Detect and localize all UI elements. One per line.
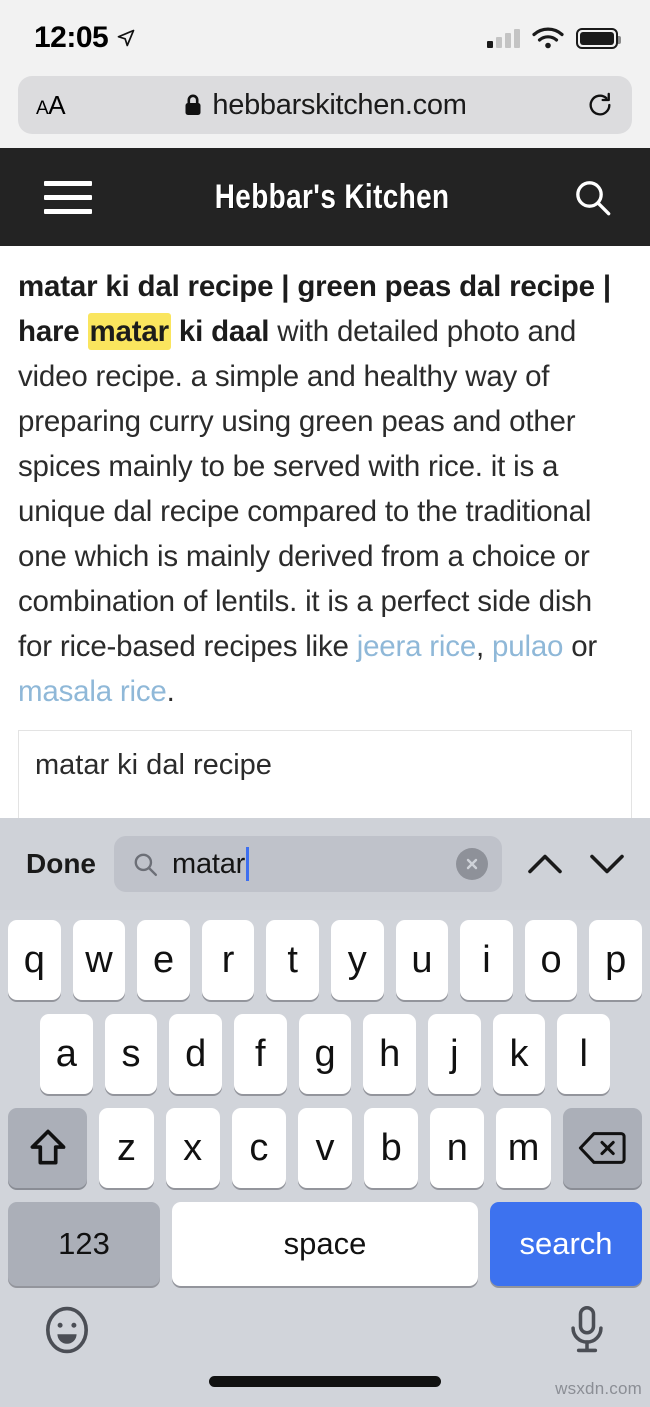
- text-caret: [246, 847, 250, 881]
- find-in-page-bar: Done matar: [0, 818, 650, 910]
- keyboard-row-4: 123 space search: [0, 1202, 650, 1286]
- key-u[interactable]: u: [395, 920, 449, 1000]
- key-m[interactable]: m: [496, 1108, 551, 1188]
- article-body-text: with detailed photo and video recipe. a …: [18, 315, 592, 663]
- key-q[interactable]: q: [8, 920, 61, 1000]
- key-l[interactable]: l: [557, 1014, 611, 1094]
- cellular-signal-icon: [487, 28, 520, 48]
- battery-full-icon: [576, 27, 621, 49]
- status-bar-clock: 12:05: [34, 21, 109, 54]
- key-z[interactable]: z: [99, 1108, 154, 1188]
- article-paragraph: matar ki dal recipe | green peas dal rec…: [18, 264, 632, 714]
- key-p[interactable]: p: [589, 920, 642, 1000]
- space-key[interactable]: space: [172, 1202, 478, 1286]
- key-w[interactable]: w: [72, 920, 126, 1000]
- find-navigation: [520, 852, 626, 876]
- address-bar[interactable]: AA hebbarskitchen.com: [18, 76, 632, 134]
- search-icon: [134, 853, 158, 877]
- reload-icon[interactable]: [586, 91, 614, 119]
- search-return-key[interactable]: search: [490, 1202, 642, 1286]
- location-arrow-icon: [117, 29, 135, 47]
- site-logo[interactable]: Hebbar's Kitchen: [215, 178, 450, 217]
- shift-arrow-icon: [30, 1129, 66, 1165]
- find-highlight-match: matar: [87, 313, 171, 350]
- article-lead-bold-2: ki daal: [170, 315, 270, 348]
- article-separator-2: or: [563, 630, 598, 663]
- search-icon[interactable]: [572, 177, 612, 217]
- find-input[interactable]: matar: [114, 836, 502, 892]
- key-f[interactable]: f: [234, 1014, 287, 1094]
- home-indicator: [209, 1376, 441, 1387]
- browser-toolbar: AA hebbarskitchen.com: [0, 76, 650, 148]
- key-i[interactable]: i: [460, 920, 513, 1000]
- key-s[interactable]: s: [104, 1014, 158, 1094]
- key-d[interactable]: d: [169, 1014, 222, 1094]
- backspace-icon: [579, 1132, 626, 1164]
- numbers-key[interactable]: 123: [8, 1202, 160, 1286]
- emoji-smiley-icon[interactable]: [44, 1304, 90, 1356]
- article-end-punctuation: .: [166, 675, 175, 708]
- keyboard-bottom-bar: [0, 1282, 650, 1407]
- wifi-icon: [532, 27, 564, 49]
- article-content: matar ki dal recipe | green peas dal rec…: [0, 246, 650, 840]
- key-y[interactable]: y: [331, 920, 384, 1000]
- url-text: hebbarskitchen.com: [212, 88, 467, 121]
- find-query-value: matar: [172, 847, 246, 880]
- key-b[interactable]: b: [364, 1108, 419, 1188]
- key-c[interactable]: c: [231, 1108, 286, 1188]
- link-masala-rice[interactable]: masala rice: [18, 675, 167, 708]
- keyboard-row-1: q w e r t y u i o p: [0, 920, 650, 1000]
- key-a[interactable]: a: [39, 1014, 93, 1094]
- article-separator-1: ,: [476, 630, 493, 663]
- key-t[interactable]: t: [266, 920, 319, 1000]
- key-n[interactable]: n: [430, 1108, 485, 1188]
- keyboard-row-2: a s d f g h j k l: [0, 1014, 650, 1094]
- watermark: wsxdn.com: [555, 1379, 642, 1398]
- shift-key[interactable]: [8, 1108, 88, 1188]
- address-bar-content: hebbarskitchen.com: [18, 89, 632, 122]
- done-button[interactable]: Done: [26, 848, 96, 880]
- link-jeera-rice[interactable]: jeera rice: [357, 630, 477, 663]
- lock-icon: [185, 94, 201, 115]
- recipe-info-box-title: matar ki dal recipe: [35, 749, 272, 781]
- chevron-down-icon[interactable]: [588, 852, 626, 876]
- status-bar-right: [487, 26, 621, 50]
- status-bar: 12:05: [0, 0, 650, 76]
- chevron-up-icon[interactable]: [526, 852, 564, 876]
- key-j[interactable]: j: [428, 1014, 481, 1094]
- key-x[interactable]: x: [165, 1108, 220, 1188]
- key-o[interactable]: o: [524, 920, 578, 1000]
- key-g[interactable]: g: [298, 1014, 352, 1094]
- keyboard-row-3: z x c v b n m: [0, 1108, 650, 1188]
- link-pulao[interactable]: pulao: [492, 630, 563, 663]
- microphone-icon[interactable]: [564, 1304, 610, 1356]
- clear-search-button[interactable]: [456, 848, 488, 880]
- key-k[interactable]: k: [492, 1014, 546, 1094]
- backspace-key[interactable]: [562, 1108, 642, 1188]
- on-screen-keyboard: q w e r t y u i o p a s d f g h j k l z …: [0, 910, 650, 1407]
- close-icon: [466, 858, 478, 870]
- status-bar-left: 12:05: [34, 21, 136, 55]
- key-v[interactable]: v: [297, 1108, 353, 1188]
- key-h[interactable]: h: [363, 1014, 417, 1094]
- key-r[interactable]: r: [201, 920, 255, 1000]
- find-query-text: matar: [172, 847, 250, 881]
- text-size-button[interactable]: AA: [36, 90, 66, 121]
- hamburger-menu-icon[interactable]: [44, 180, 92, 214]
- site-header: Hebbar's Kitchen: [0, 148, 650, 246]
- key-e[interactable]: e: [137, 920, 190, 1000]
